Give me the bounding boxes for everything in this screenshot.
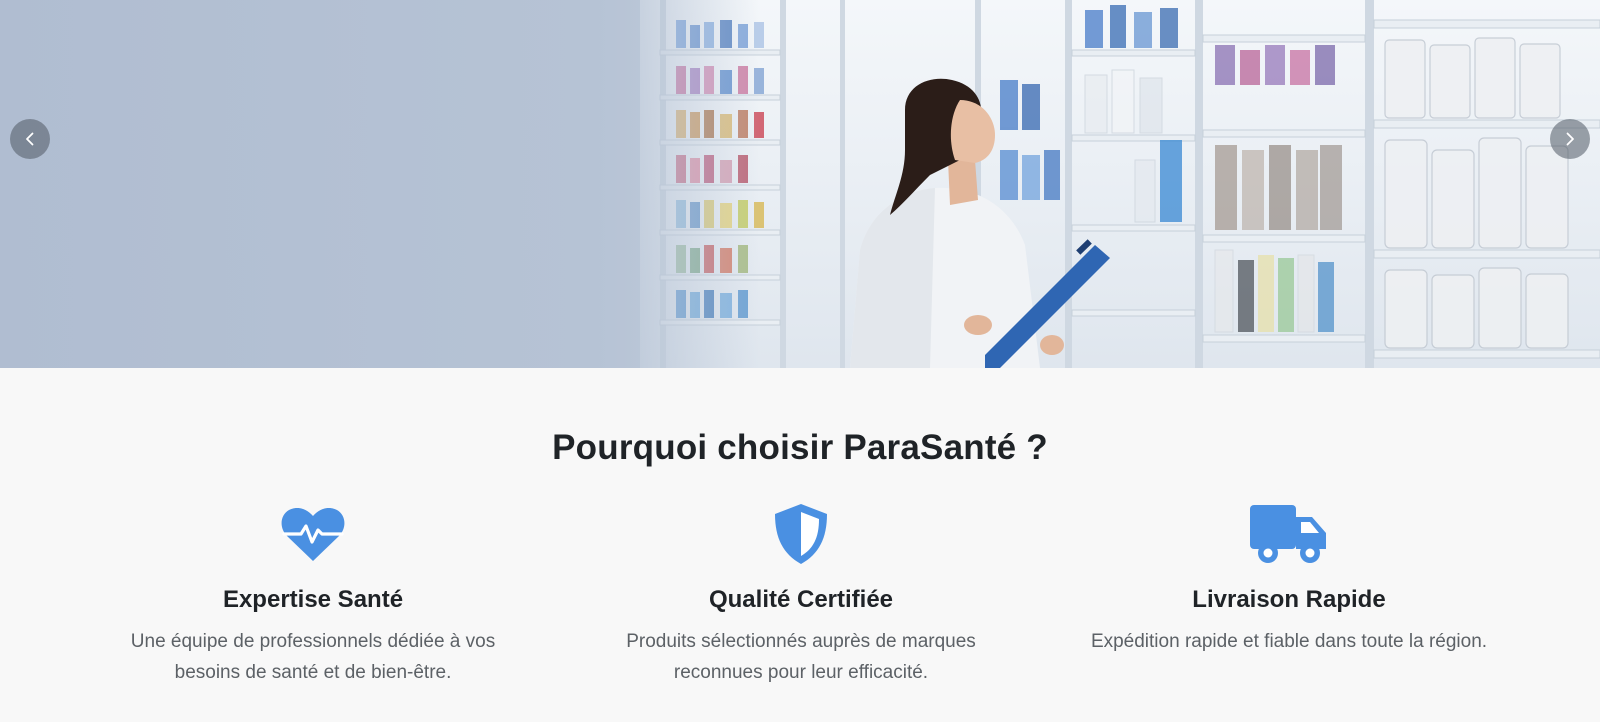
feature-expertise: Expertise Santé Une équipe de profession… xyxy=(103,500,523,688)
feature-quality: Qualité Certifiée Produits sélectionnés … xyxy=(591,500,1011,688)
feature-description: Produits sélectionnés auprès de marques … xyxy=(626,631,976,683)
section-title: Pourquoi choisir ParaSanté ? xyxy=(552,428,1048,467)
feature-delivery: Livraison Rapide Expédition rapide et fi… xyxy=(1079,500,1499,657)
feature-title: Expertise Santé xyxy=(222,586,404,613)
carousel-next-button[interactable] xyxy=(1550,119,1590,159)
shield-icon xyxy=(591,500,1011,568)
hero-carousel xyxy=(0,0,1600,368)
feature-title: Livraison Rapide xyxy=(1192,586,1386,613)
truck-icon xyxy=(1079,500,1499,568)
feature-description: Expédition rapide et fiable dans toute l… xyxy=(1090,631,1488,652)
carousel-prev-button[interactable] xyxy=(10,119,50,159)
hero-fade-overlay xyxy=(0,0,760,368)
chevron-left-icon xyxy=(26,132,34,146)
feature-description: Une équipe de professionnels dédiée à vo… xyxy=(130,631,496,683)
heart-pulse-icon xyxy=(103,500,523,568)
chevron-right-icon xyxy=(1566,132,1574,146)
feature-title: Qualité Certifiée xyxy=(708,586,894,613)
